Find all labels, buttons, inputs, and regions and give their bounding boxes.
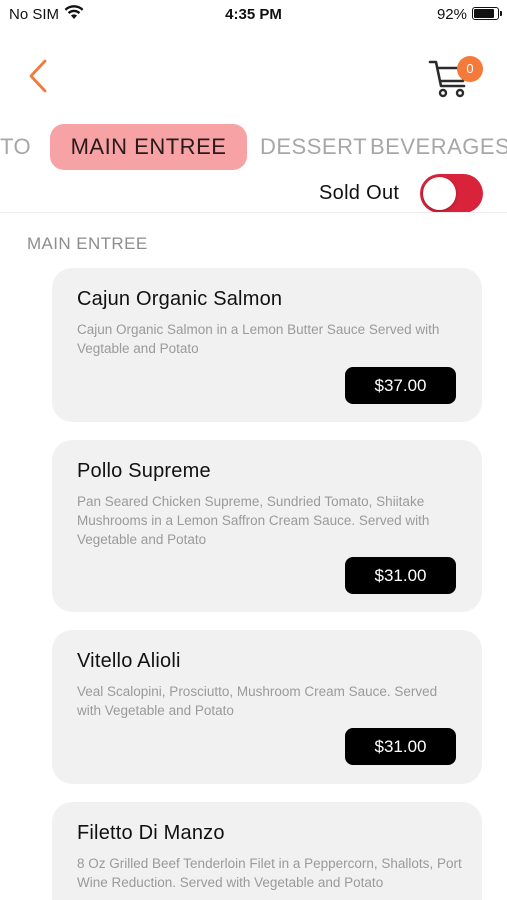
price-button[interactable]: $31.00 bbox=[345, 557, 456, 594]
menu-item-name: Filetto Di Manzo bbox=[77, 822, 225, 844]
menu-item-card[interactable]: Cajun Organic Salmon Cajun Organic Salmo… bbox=[52, 268, 482, 422]
battery-level-fill bbox=[474, 9, 495, 18]
cart-button[interactable]: 0 bbox=[428, 54, 486, 102]
price-button[interactable]: $31.00 bbox=[345, 728, 456, 765]
clock-label: 4:35 PM bbox=[225, 6, 282, 23]
tab-label: BEVERAGES ( bbox=[370, 134, 507, 159]
menu-item-description: Pan Seared Chicken Supreme, Sundried Tom… bbox=[77, 494, 430, 547]
tab-dessert[interactable]: DESSERT bbox=[260, 124, 367, 170]
tab-label: DESSERT bbox=[260, 134, 368, 159]
battery-icon bbox=[472, 7, 502, 20]
sold-out-toggle[interactable] bbox=[420, 174, 483, 213]
divider bbox=[0, 212, 507, 213]
menu-item-card[interactable]: Vitello Alioli Veal Scalopini, Prosciutt… bbox=[52, 630, 482, 784]
menu-item-name: Cajun Organic Salmon bbox=[77, 288, 283, 310]
category-tabs: TTO MAIN ENTREE DESSERT BEVERAGES ( bbox=[0, 124, 507, 172]
menu-item-description: 8 Oz Grilled Beef Tenderloin Filet in a … bbox=[77, 856, 462, 890]
menu-item-name: Pollo Supreme bbox=[77, 460, 211, 482]
tab-beverages[interactable]: BEVERAGES ( bbox=[370, 124, 507, 170]
tab-antipasto[interactable]: TTO bbox=[0, 124, 31, 170]
menu-item-card[interactable]: Filetto Di Manzo 8 Oz Grilled Beef Tende… bbox=[52, 802, 482, 900]
price-button[interactable]: $37.00 bbox=[345, 367, 456, 404]
chevron-left-icon bbox=[29, 59, 47, 93]
battery-percent: 92% bbox=[436, 6, 467, 23]
menu-item-name: Vitello Alioli bbox=[77, 650, 181, 672]
back-button[interactable] bbox=[24, 56, 56, 96]
cart-count-badge: 0 bbox=[457, 56, 483, 82]
menu-item-description: Cajun Organic Salmon in a Lemon Butter S… bbox=[77, 322, 440, 356]
tab-label: TTO bbox=[0, 134, 32, 159]
tab-label: MAIN ENTREE bbox=[70, 134, 227, 159]
section-title: MAIN ENTREE bbox=[27, 234, 148, 253]
status-bar: No SIM 4:35 PM 92% bbox=[0, 0, 507, 30]
menu-item-description: Veal Scalopini, Prosciutto, Mushroom Cre… bbox=[77, 684, 438, 718]
menu-item-card[interactable]: Pollo Supreme Pan Seared Chicken Supreme… bbox=[52, 440, 482, 612]
toggle-knob bbox=[423, 177, 456, 210]
tab-main-entree[interactable]: MAIN ENTREE bbox=[50, 124, 247, 170]
sold-out-label: Sold Out bbox=[319, 182, 400, 204]
